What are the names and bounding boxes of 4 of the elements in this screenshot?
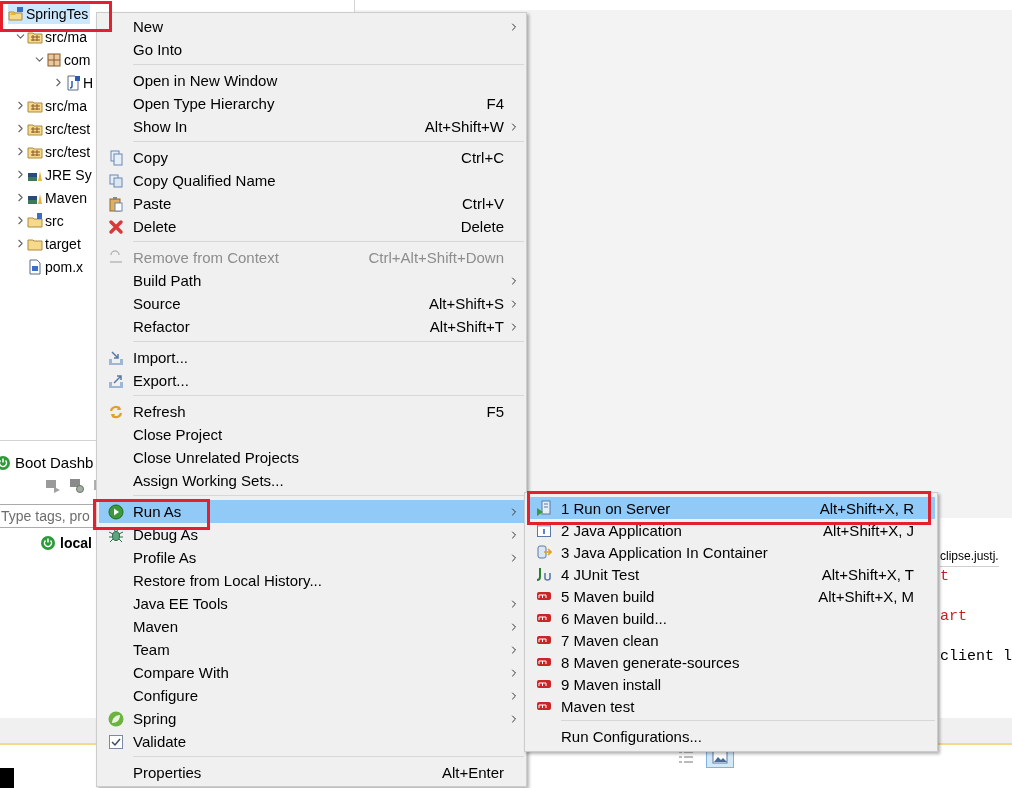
console-line: client l: [940, 648, 1012, 666]
console-path-text: clipse.justj.: [940, 546, 999, 567]
console-line: t: [940, 568, 949, 586]
console-line: art: [940, 608, 967, 626]
